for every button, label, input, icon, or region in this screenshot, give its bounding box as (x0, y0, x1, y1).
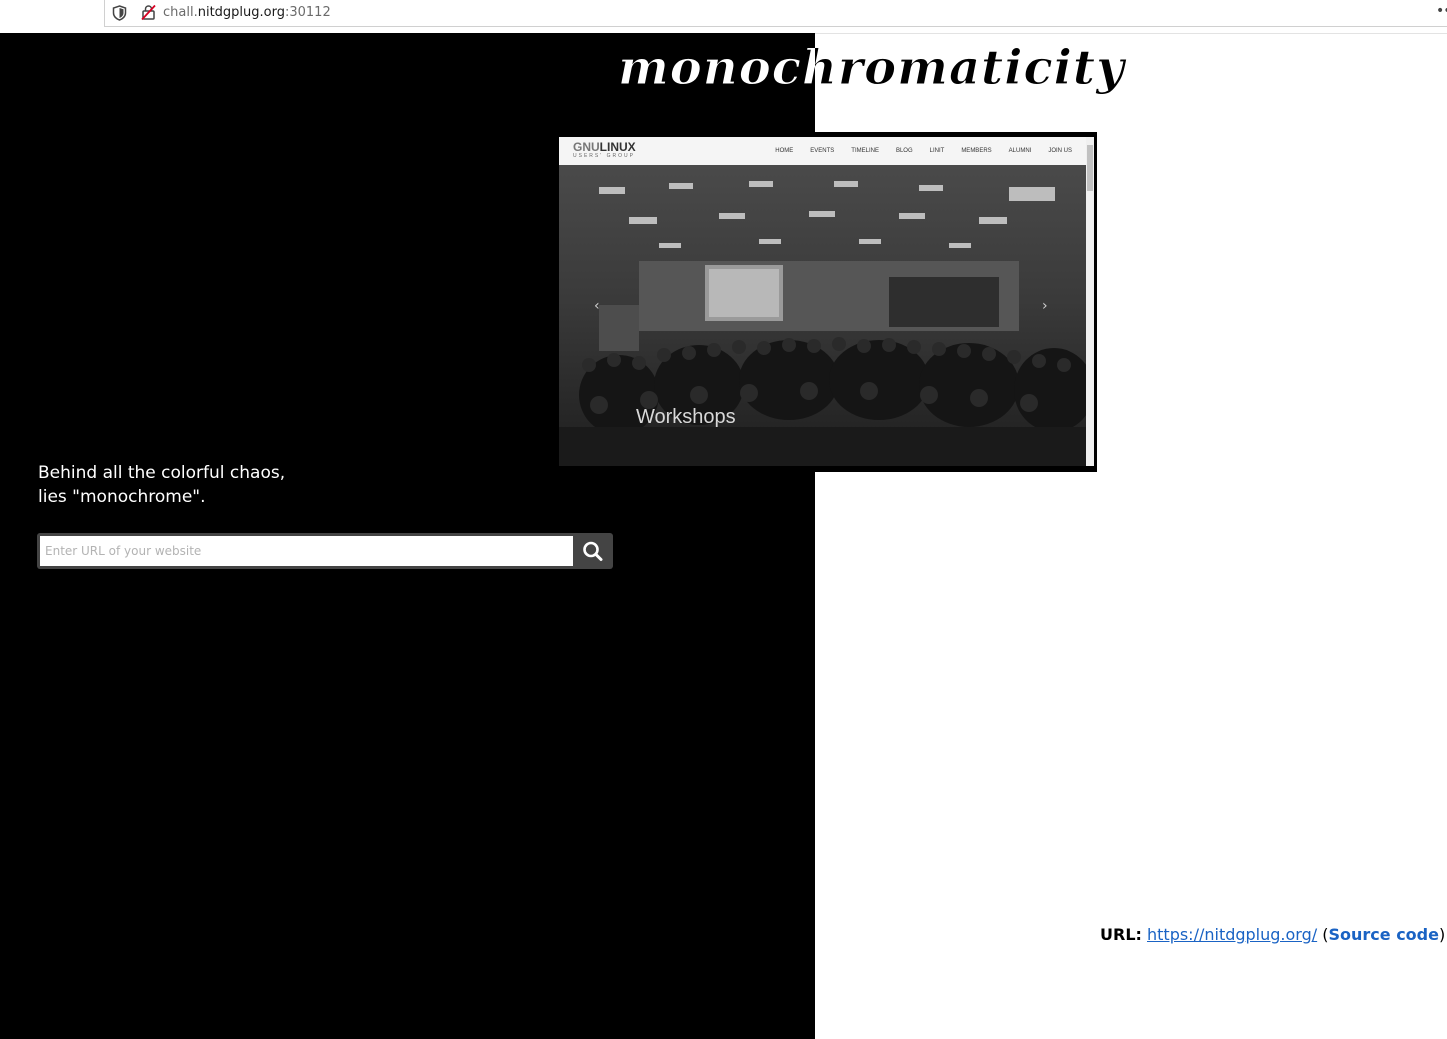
preview-caption: Workshops (636, 406, 736, 428)
url-input[interactable] (40, 536, 573, 566)
page-title: monochromaticity (618, 40, 1125, 97)
insecure-lock-icon[interactable] (140, 4, 157, 21)
website-url-link[interactable]: https://nitdgplug.org/ (1147, 925, 1317, 944)
footer-url-label: URL: (1100, 925, 1142, 944)
overflow-menu-icon[interactable]: •• (1436, 3, 1447, 19)
preview-menu: HOME EVENTS TIMELINE BLOG LINIT MEMBERS ALUMNI… (758, 148, 1072, 154)
shield-icon[interactable] (112, 5, 127, 21)
preview-scrollbar (1086, 137, 1094, 466)
preview-menu-item: ALUMNI (1008, 148, 1032, 154)
preview-logo-linux: LINUX (599, 140, 636, 154)
footer-close-paren: ) (1438, 925, 1446, 944)
preview-menu-item: LINIT (929, 148, 945, 154)
tagline-line-2: lies "monochrome". (38, 487, 206, 507)
preview-navbar: GNULINUX USERS' GROUP HOME EVENTS TIMELINE… (559, 137, 1086, 165)
carousel-next-icon: › (1042, 298, 1048, 314)
tagline-line-1: Behind all the colorful chaos, (38, 463, 286, 483)
preview-hero-image: ‹ › Workshops (559, 165, 1086, 466)
preview-site: GNULINUX USERS' GROUP HOME EVENTS TIMELINE… (559, 137, 1086, 466)
preview-menu-item: JOIN US (1048, 148, 1072, 154)
carousel-indicators (793, 456, 857, 466)
source-code-link[interactable]: Source code (1328, 925, 1438, 944)
preview-menu-item: MEMBERS (961, 148, 992, 154)
url-host: nitdgplug.org (197, 5, 285, 20)
search-icon (583, 541, 603, 561)
url-search-form (37, 533, 613, 569)
preview-logo: GNULINUX (573, 140, 636, 154)
preview-menu-item: EVENTS (810, 148, 835, 154)
preview-logo-gnu: GNU (573, 140, 600, 154)
tagline: Behind all the colorful chaos, lies "mon… (38, 461, 285, 509)
footer-links: URL: https://nitdgplug.org/ (Source code… (1100, 925, 1445, 944)
preview-logo-subtitle: USERS' GROUP (573, 153, 635, 159)
preview-menu-item: TIMELINE (851, 148, 879, 154)
url-text[interactable]: chall.nitdgplug.org:30112 (163, 5, 331, 20)
carousel-prev-icon: ‹ (594, 298, 600, 314)
website-preview: GNULINUX USERS' GROUP HOME EVENTS TIMELINE… (556, 132, 1097, 472)
search-button[interactable] (576, 536, 610, 566)
url-port: :30112 (284, 5, 331, 20)
browser-toolbar: chall.nitdgplug.org:30112 •• (0, 0, 1447, 34)
preview-menu-item: HOME (775, 148, 794, 154)
url-prefix: chall. (163, 5, 198, 20)
preview-menu-item: BLOG (895, 148, 913, 154)
